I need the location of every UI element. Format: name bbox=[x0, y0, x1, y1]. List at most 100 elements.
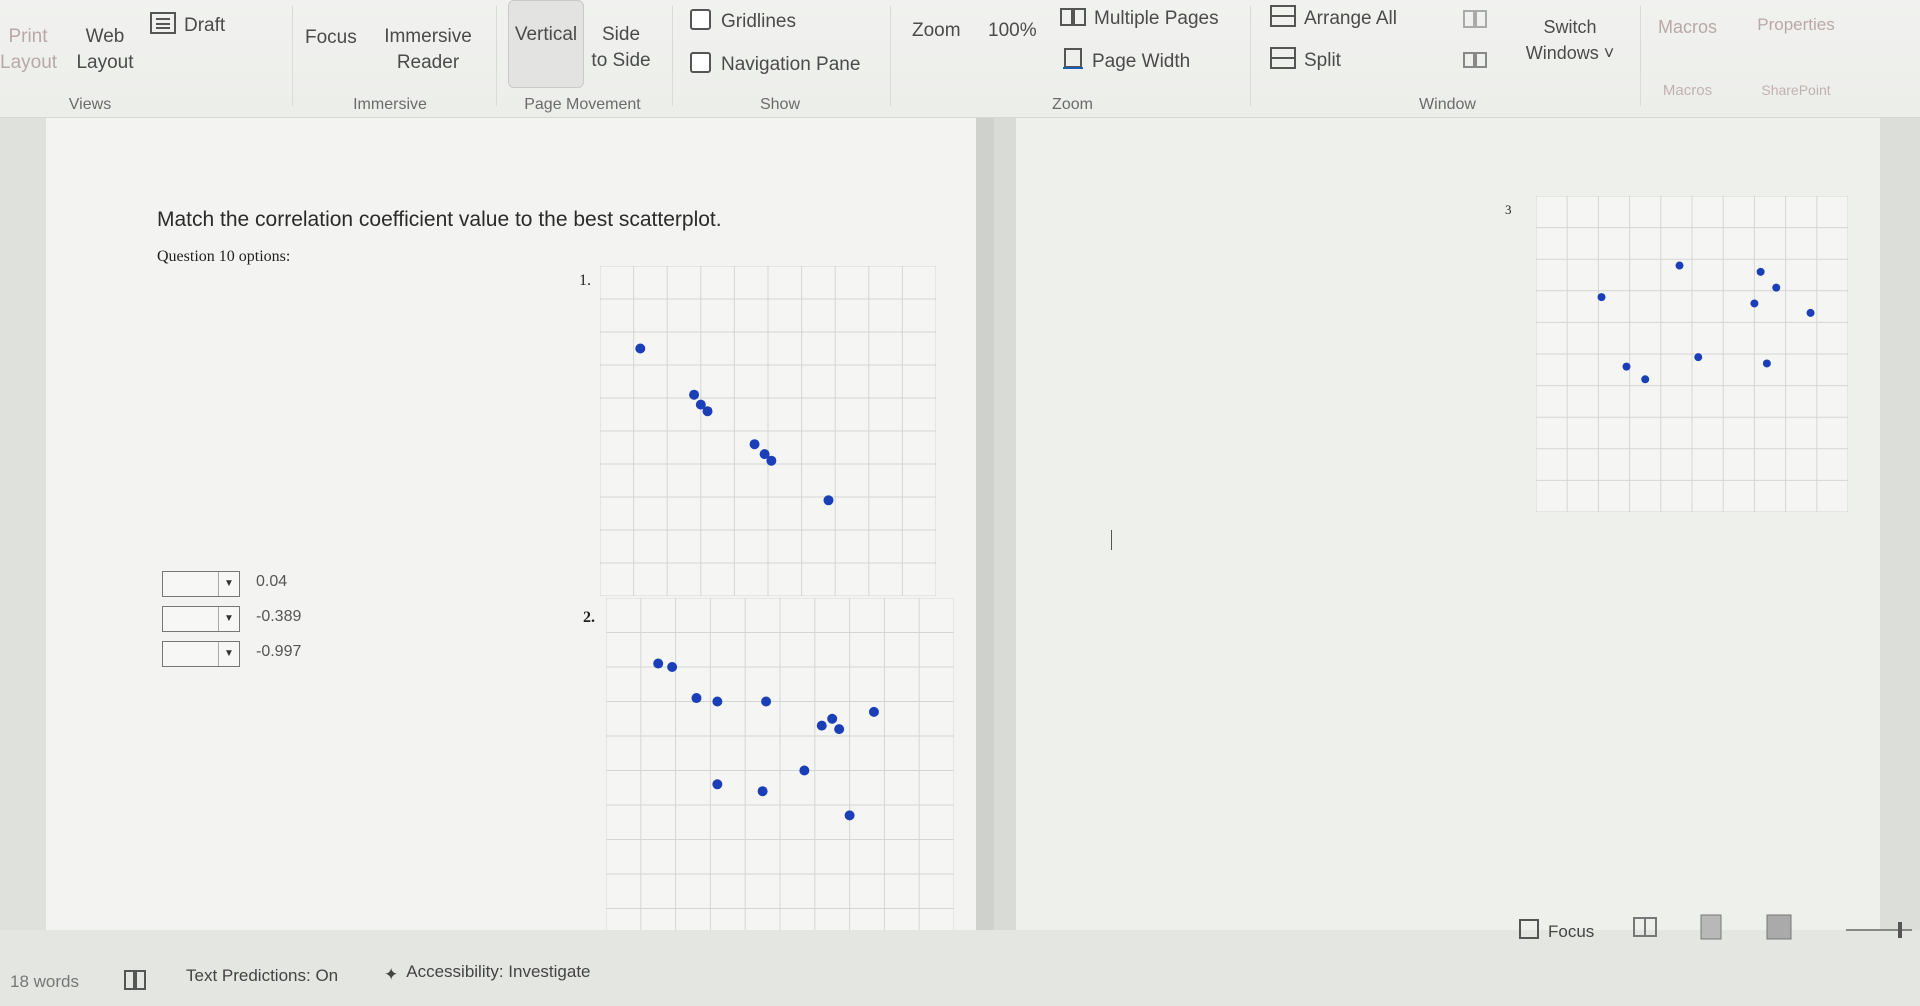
split-icon bbox=[1270, 47, 1296, 77]
navigation-pane-check-icon[interactable] bbox=[690, 52, 711, 73]
scatter-point bbox=[712, 696, 723, 707]
draft-button[interactable]: Draft bbox=[150, 12, 225, 42]
scatter-point bbox=[689, 389, 700, 400]
side-to-side-button[interactable]: Side to Side bbox=[582, 22, 660, 74]
scatter-point bbox=[1806, 308, 1815, 317]
scatter-point bbox=[1597, 293, 1606, 302]
dropdown-arrow-icon[interactable]: ▼ bbox=[218, 607, 239, 631]
option-value: 0.04 bbox=[256, 573, 288, 590]
split-button[interactable]: Split bbox=[1270, 47, 1341, 77]
plot-label-3: 3 bbox=[1505, 202, 1512, 217]
zoom-group-label: Zoom bbox=[1052, 96, 1093, 113]
scatter-point bbox=[816, 720, 827, 731]
option-dropdown[interactable]: ▼ bbox=[162, 641, 240, 667]
scatter-point bbox=[702, 406, 713, 417]
print-layout-button[interactable]: Print Layout bbox=[0, 24, 57, 76]
ribbon: Print Layout Web Layout Draft Views Focu… bbox=[0, 0, 1920, 118]
scatter-point bbox=[868, 706, 879, 717]
scatter-point bbox=[799, 765, 810, 776]
scatter-point bbox=[827, 713, 838, 724]
text-cursor bbox=[1111, 530, 1112, 550]
plot-label-1: 1. bbox=[579, 272, 591, 289]
gridlines-checkbox[interactable]: Gridlines bbox=[690, 9, 796, 35]
vertical-button[interactable]: Vertical bbox=[510, 22, 582, 48]
status-bar: 18 words Text Predictions: On ✦ Accessibi… bbox=[0, 914, 1920, 1006]
arrange-all-icon bbox=[1270, 5, 1296, 35]
zoom-100-button[interactable]: 100% bbox=[988, 18, 1037, 44]
immersive-group-label: Immersive bbox=[353, 96, 427, 113]
focus-icon bbox=[1518, 918, 1540, 945]
page-gutter-edge bbox=[976, 118, 994, 930]
scatterplot-2 bbox=[606, 598, 954, 943]
accessibility-icon: ✦ bbox=[384, 965, 399, 984]
option-dropdown[interactable]: ▼ bbox=[162, 606, 240, 632]
print-layout-icon[interactable] bbox=[1700, 914, 1722, 945]
page-movement-group-label: Page Movement bbox=[524, 96, 641, 113]
scatter-point bbox=[766, 455, 777, 466]
scatter-point bbox=[712, 779, 723, 790]
web-layout-icon[interactable] bbox=[1766, 914, 1792, 945]
synchronous-scrolling-icon[interactable] bbox=[1462, 48, 1488, 80]
focus-mode-label: Focus bbox=[1548, 922, 1595, 941]
plot-label-2: 2. bbox=[583, 609, 595, 626]
scatter-point bbox=[834, 724, 845, 735]
view-side-by-side-icon[interactable] bbox=[1462, 8, 1488, 40]
zoom-button[interactable]: Zoom bbox=[912, 18, 961, 44]
proofing-icon[interactable] bbox=[122, 968, 150, 997]
focus-button[interactable]: Focus bbox=[305, 25, 357, 51]
switch-windows-button[interactable]: Switch Windows ˅ bbox=[1510, 14, 1630, 66]
scatter-point bbox=[1762, 359, 1771, 368]
split-label: Split bbox=[1304, 50, 1341, 71]
scatter-point bbox=[823, 495, 834, 506]
focus-mode-button[interactable]: Focus bbox=[1518, 918, 1594, 945]
views-group-label: Views bbox=[68, 96, 112, 113]
window-group-label: Window bbox=[1419, 96, 1476, 113]
scatter-point bbox=[1756, 267, 1765, 276]
accessibility-label: Accessibility: Investigate bbox=[406, 962, 591, 981]
page-width-label: Page Width bbox=[1092, 51, 1191, 72]
scatter-point bbox=[1675, 261, 1684, 270]
scatterplot-1 bbox=[600, 266, 936, 596]
multiple-pages-label: Multiple Pages bbox=[1094, 8, 1219, 29]
multiple-pages-button[interactable]: Multiple Pages bbox=[1060, 6, 1219, 35]
separator bbox=[890, 6, 891, 106]
option-value: -0.389 bbox=[256, 608, 302, 625]
read-mode-icon[interactable] bbox=[1632, 916, 1658, 943]
draft-icon bbox=[150, 12, 176, 42]
show-group-label: Show bbox=[759, 96, 801, 113]
scatter-point bbox=[635, 343, 646, 354]
immersive-reader-button[interactable]: Immersive Reader bbox=[378, 24, 478, 76]
gridlines-check-icon[interactable] bbox=[690, 9, 711, 30]
sharepoint-group-label: SharePoint bbox=[1761, 82, 1831, 98]
macros-group-label: Macros bbox=[1662, 82, 1713, 99]
word-count[interactable]: 18 words bbox=[10, 972, 79, 992]
right-margin bbox=[1880, 118, 1920, 930]
option-value: -0.997 bbox=[256, 643, 302, 660]
scatter-point bbox=[757, 786, 768, 797]
navigation-pane-label: Navigation Pane bbox=[721, 54, 861, 75]
text-predictions-status[interactable]: Text Predictions: On bbox=[186, 966, 338, 986]
scatter-point bbox=[1694, 353, 1703, 362]
page-width-button[interactable]: Page Width bbox=[1062, 48, 1190, 78]
draft-label: Draft bbox=[184, 15, 226, 36]
scatter-point bbox=[761, 696, 772, 707]
scatter-point bbox=[749, 439, 760, 450]
macros-button[interactable]: Macros bbox=[1650, 14, 1725, 40]
accessibility-status[interactable]: ✦ Accessibility: Investigate bbox=[384, 962, 591, 985]
zoom-slider[interactable] bbox=[1846, 920, 1912, 945]
dropdown-arrow-icon[interactable]: ▼ bbox=[218, 642, 239, 666]
arrange-all-button[interactable]: Arrange All bbox=[1270, 5, 1397, 35]
web-layout-button[interactable]: Web Layout bbox=[70, 24, 140, 76]
scatter-point bbox=[691, 693, 702, 704]
separator bbox=[496, 6, 497, 106]
properties-button[interactable]: Properties bbox=[1746, 12, 1846, 38]
separator bbox=[1640, 6, 1641, 106]
question-subtitle: Question 10 options: bbox=[157, 248, 291, 265]
scatter-point bbox=[667, 662, 678, 672]
gridlines-label: Gridlines bbox=[721, 11, 796, 32]
dropdown-arrow-icon[interactable]: ▼ bbox=[218, 572, 239, 596]
scatter-point bbox=[1641, 375, 1650, 384]
option-dropdown[interactable]: ▼ bbox=[162, 571, 240, 597]
page-width-icon bbox=[1062, 48, 1084, 78]
navigation-pane-checkbox[interactable]: Navigation Pane bbox=[690, 52, 860, 78]
